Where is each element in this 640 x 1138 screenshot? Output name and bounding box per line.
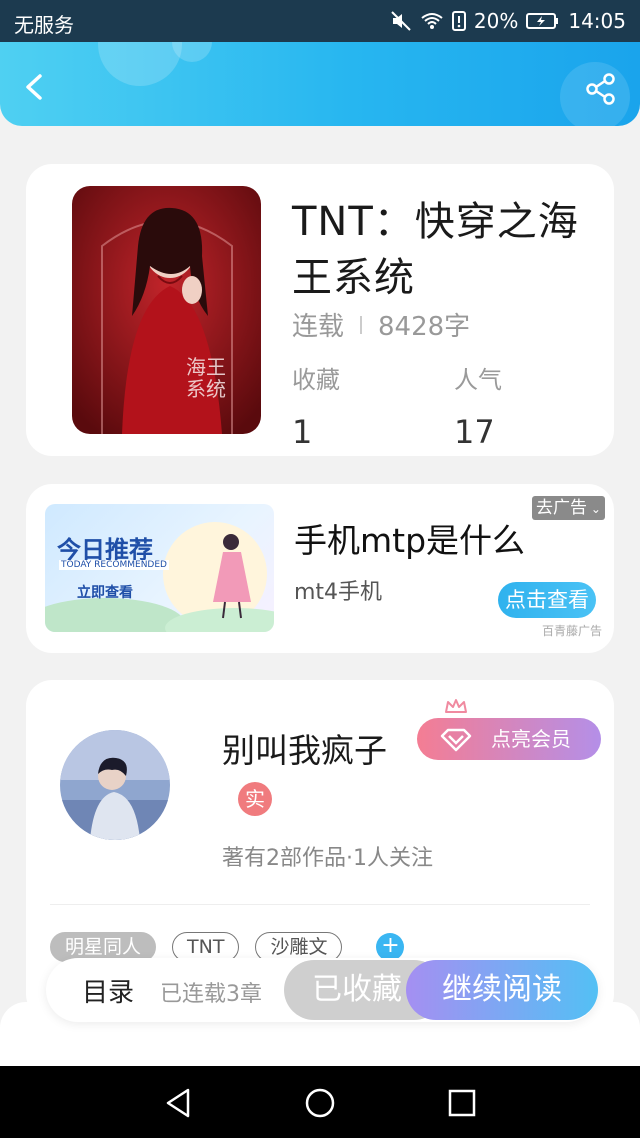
nav-recents-icon[interactable] <box>445 1086 479 1120</box>
share-button[interactable] <box>584 72 618 106</box>
author-stats: 著有2部作品·1人关注 <box>222 846 433 871</box>
battery-icon <box>526 13 559 29</box>
bottom-action-bar: 目录 已连载3章 已收藏 继续阅读 <box>46 958 598 1022</box>
favorites-value: 1 <box>292 413 313 451</box>
cover-title-text: 海王系统 <box>186 355 226 401</box>
remove-ad-label: 去广告 <box>536 498 587 518</box>
popularity-label: 人气 <box>454 366 502 394</box>
popularity-stat: 人气 17 <box>454 360 502 451</box>
status-bar: 无服务 20% 14:05 <box>0 0 640 42</box>
toc-button[interactable]: 目录 <box>82 972 134 1009</box>
favorites-label: 收藏 <box>292 366 340 394</box>
ad-view-button[interactable]: 点击查看 <box>498 582 596 618</box>
share-icon <box>586 73 615 105</box>
divider <box>50 904 590 905</box>
crown-icon <box>445 699 467 713</box>
ad-card[interactable]: 今日推荐 TODAY RECOMMENDED 立即查看 手机mtp是什么 mt4… <box>26 484 614 653</box>
remove-ad-button[interactable]: 去广告 ⌄ <box>532 496 605 520</box>
verified-badge: 实 <box>238 782 272 816</box>
diamond-icon <box>440 728 472 752</box>
book-info-card: 海王系统 TNT：快穿之海王系统 连载 8428字 收藏 1 人气 17 <box>26 164 614 456</box>
chapter-count: 已连载3章 <box>160 982 262 1007</box>
book-meta: 连载 8428字 <box>292 306 470 343</box>
book-cover[interactable]: 海王系统 <box>72 186 261 434</box>
nav-back-icon[interactable] <box>162 1086 196 1120</box>
clock: 14:05 <box>568 9 626 33</box>
ad-banner-image[interactable]: 今日推荐 TODAY RECOMMENDED 立即查看 <box>45 504 274 632</box>
ad-banner-subtitle: TODAY RECOMMENDED <box>59 560 169 570</box>
ad-subtitle: mt4手机 <box>294 580 383 605</box>
book-title: TNT：快穿之海王系统 <box>292 199 579 301</box>
sim-alert-icon <box>451 11 466 31</box>
wifi-icon <box>421 13 443 29</box>
nav-home-icon[interactable] <box>303 1086 337 1120</box>
avatar[interactable] <box>60 730 170 840</box>
ad-title: 手机mtp是什么 <box>294 521 526 560</box>
word-count: 8428字 <box>378 312 471 342</box>
popularity-value: 17 <box>454 413 495 451</box>
author-name[interactable]: 别叫我疯子 <box>222 724 387 772</box>
mute-icon <box>391 11 411 31</box>
back-button[interactable] <box>18 70 52 104</box>
favorites-stat: 收藏 1 <box>292 360 340 451</box>
chevron-down-icon: ⌄ <box>587 502 601 516</box>
meta-divider <box>360 315 363 334</box>
chevron-left-icon <box>26 74 42 100</box>
battery-percent: 20% <box>473 9 519 33</box>
carrier-label: 无服务 <box>14 13 74 37</box>
system-nav-bar <box>0 1066 640 1138</box>
book-status: 连载 <box>292 312 345 342</box>
ad-source-label: 百青藤广告 <box>542 624 603 638</box>
ad-banner-cta: 立即查看 <box>77 585 133 601</box>
top-header <box>0 42 640 126</box>
plus-icon[interactable]: + <box>376 933 405 961</box>
continue-reading-button[interactable]: 继续阅读 <box>406 960 598 1020</box>
